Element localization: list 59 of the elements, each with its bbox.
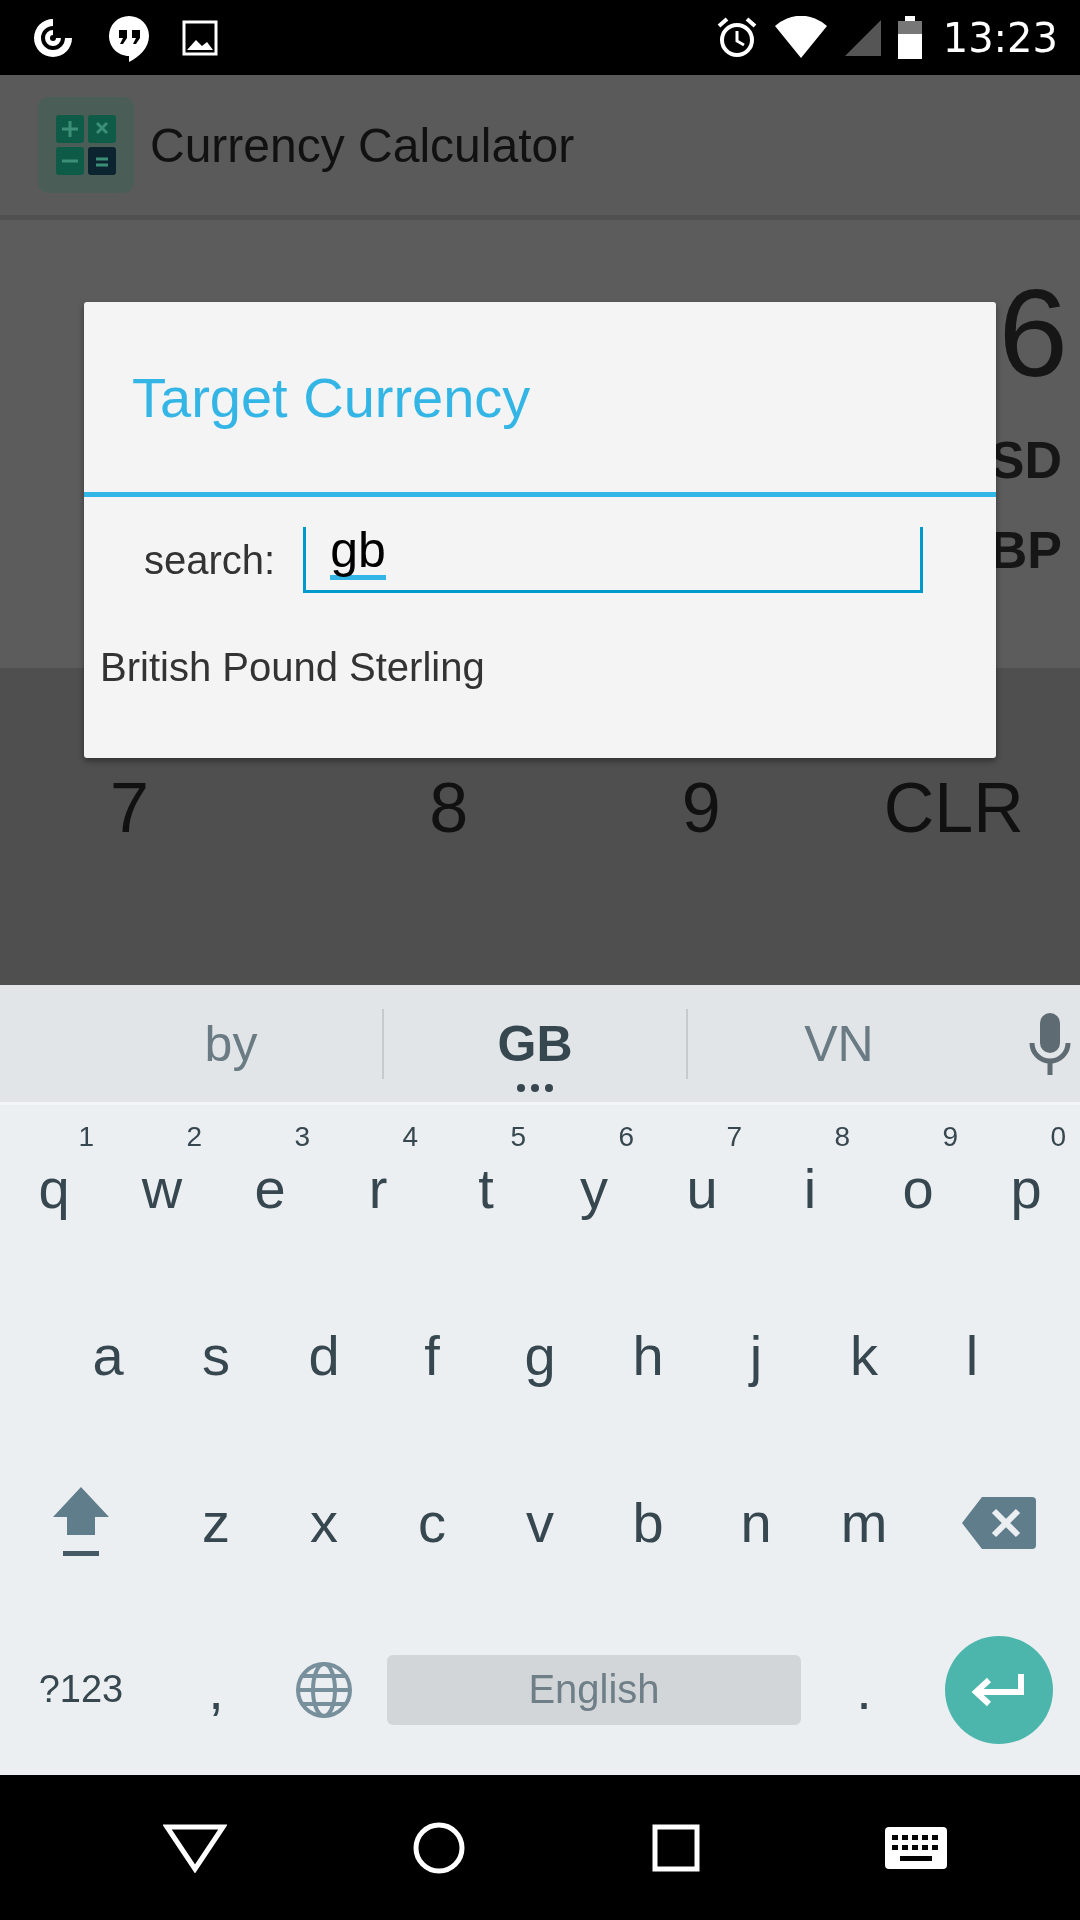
key-hint: 6 xyxy=(618,1121,634,1153)
image-icon xyxy=(182,19,218,56)
key[interactable]: s xyxy=(202,1323,230,1388)
recents-icon[interactable] xyxy=(651,1823,700,1872)
key[interactable]: q xyxy=(38,1156,70,1221)
key[interactable]: r xyxy=(368,1156,388,1221)
key-hint: 1 xyxy=(78,1121,94,1153)
wifi-icon xyxy=(772,15,829,60)
key[interactable]: n xyxy=(740,1490,772,1555)
key[interactable]: w xyxy=(141,1156,183,1221)
key[interactable]: e xyxy=(254,1156,286,1221)
search-label: search: xyxy=(144,537,276,583)
key[interactable]: h xyxy=(632,1323,664,1388)
key[interactable]: l xyxy=(965,1323,979,1388)
app-title: Currency Calculator xyxy=(150,117,575,173)
key[interactable]: m xyxy=(840,1490,888,1555)
key-hint: 4 xyxy=(402,1121,418,1153)
globe-icon[interactable] xyxy=(294,1659,354,1720)
battery-icon xyxy=(896,15,923,60)
key-hint: 8 xyxy=(834,1121,850,1153)
keyboard-icon[interactable] xyxy=(885,1826,948,1869)
key[interactable]: p xyxy=(1010,1156,1042,1221)
key-hint: 7 xyxy=(726,1121,742,1153)
key[interactable]: g xyxy=(524,1323,556,1388)
key-hint: 3 xyxy=(294,1121,310,1153)
key[interactable]: v xyxy=(526,1490,554,1555)
back-icon[interactable] xyxy=(162,1822,227,1873)
key[interactable]: y xyxy=(580,1156,608,1221)
key-hint: 9 xyxy=(942,1121,958,1153)
key[interactable]: u xyxy=(686,1156,718,1221)
dialog-title: Target Currency xyxy=(84,302,996,497)
key-hint: 5 xyxy=(510,1121,526,1153)
backspace-icon[interactable] xyxy=(962,1496,1036,1549)
suggestion[interactable]: GB xyxy=(497,1014,573,1073)
symbols-key[interactable]: ?123 xyxy=(38,1668,124,1711)
key[interactable]: x xyxy=(310,1490,338,1555)
key[interactable]: j xyxy=(749,1323,763,1388)
amount-text: 6 xyxy=(998,270,1068,395)
key[interactable]: t xyxy=(478,1156,494,1221)
microphone-icon[interactable] xyxy=(1028,1012,1072,1075)
search-field[interactable]: gb xyxy=(303,527,924,593)
key[interactable]: o xyxy=(902,1156,934,1221)
key[interactable]: c xyxy=(418,1490,446,1555)
key[interactable]: . xyxy=(856,1657,872,1722)
key[interactable]: , xyxy=(208,1657,224,1722)
key[interactable]: d xyxy=(308,1323,340,1388)
key[interactable]: i xyxy=(803,1156,817,1221)
home-icon[interactable] xyxy=(412,1820,467,1875)
clock-time: 13:23 xyxy=(942,14,1058,61)
key-hint: 2 xyxy=(186,1121,202,1153)
key[interactable]: z xyxy=(202,1490,230,1555)
key[interactable]: a xyxy=(92,1323,124,1388)
result-item[interactable]: British Pound Sterling xyxy=(84,593,996,690)
more-icon xyxy=(515,1082,555,1093)
key-hint: 0 xyxy=(1050,1121,1066,1153)
calculator-icon xyxy=(38,97,134,193)
key[interactable]: b xyxy=(632,1490,664,1555)
key[interactable]: f xyxy=(424,1323,440,1388)
key[interactable]: k xyxy=(850,1323,878,1388)
